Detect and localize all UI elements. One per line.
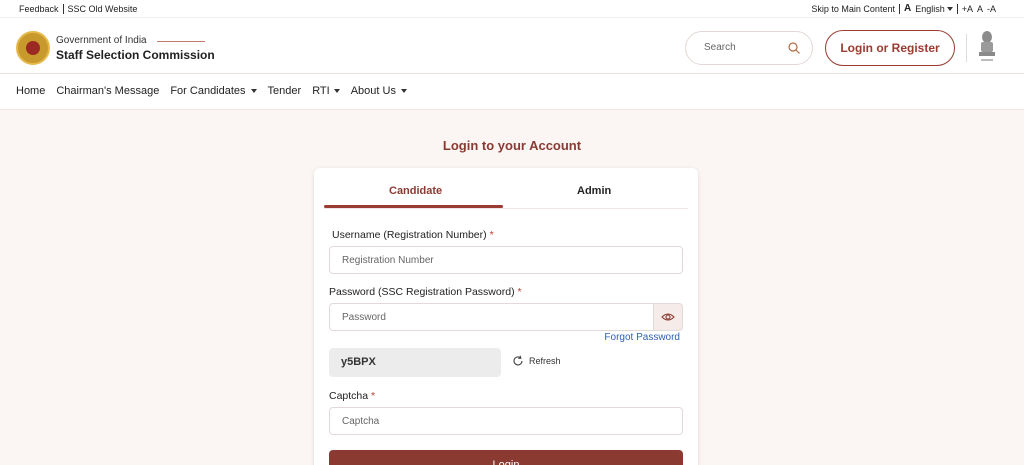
- ssc-logo-icon[interactable]: [16, 31, 50, 65]
- nav-item-tender[interactable]: Tender: [268, 85, 302, 97]
- main-navigation: Home Chairman's Message For Candidates T…: [0, 74, 1024, 110]
- username-label-text: Username (Registration Number): [332, 229, 487, 241]
- forgot-password-link[interactable]: Forgot Password: [604, 332, 680, 343]
- nav-label: Tender: [267, 85, 302, 97]
- captcha-placeholder: Captcha: [342, 416, 380, 427]
- top-utility-bar: Feedback SSC Old Website Skip to Main Co…: [0, 0, 1024, 18]
- divider: [898, 3, 900, 14]
- username-placeholder: Registration Number: [342, 255, 434, 266]
- captcha-label: Captcha *: [329, 390, 375, 402]
- refresh-icon: [513, 355, 523, 366]
- nav-label: RTI: [312, 85, 330, 97]
- nav-item-about-us[interactable]: About Us: [351, 85, 407, 97]
- password-label: Password (SSC Registration Password) *: [329, 286, 522, 298]
- site-header: Government of India Staff Selection Comm…: [0, 18, 1024, 74]
- eye-icon: [661, 313, 675, 321]
- government-label: Government of India: [56, 35, 147, 46]
- required-mark: *: [517, 286, 522, 298]
- username-field[interactable]: Registration Number: [329, 246, 683, 274]
- nav-item-home[interactable]: Home: [16, 85, 45, 97]
- divider: [62, 4, 64, 14]
- topbar-right: Skip to Main Content A English +A A -A: [811, 3, 996, 14]
- decorative-line: [157, 41, 205, 42]
- chevron-down-icon: [250, 89, 257, 93]
- language-select[interactable]: English: [915, 4, 953, 14]
- skip-to-main-link[interactable]: Skip to Main Content: [811, 4, 895, 14]
- nav-item-for-candidates[interactable]: For Candidates: [170, 85, 257, 97]
- captcha-code: y5BPX: [341, 356, 376, 368]
- font-normal-button[interactable]: A: [977, 4, 983, 14]
- login-card: Candidate Admin Username (Registration N…: [314, 168, 698, 465]
- password-label-text: Password (SSC Registration Password): [329, 286, 515, 298]
- active-tab-indicator: [324, 205, 503, 208]
- refresh-label: Refresh: [529, 356, 561, 366]
- captcha-image: y5BPX: [329, 348, 501, 377]
- tab-divider: [324, 208, 688, 209]
- nav-item-chairmans-message[interactable]: Chairman's Message: [56, 85, 159, 97]
- language-icon: A: [903, 3, 912, 14]
- refresh-captcha-button[interactable]: Refresh: [512, 355, 561, 367]
- font-increase-button[interactable]: +A: [962, 4, 973, 14]
- captcha-label-text: Captcha: [329, 390, 369, 402]
- search-input[interactable]: Search: [685, 31, 813, 65]
- font-decrease-button[interactable]: -A: [987, 4, 996, 14]
- nav-label: For Candidates: [170, 85, 246, 97]
- nav-label: Home: [16, 85, 46, 97]
- password-placeholder: Password: [342, 312, 386, 323]
- chevron-down-icon: [946, 7, 953, 12]
- captcha-field[interactable]: Captcha: [329, 407, 683, 435]
- old-website-link[interactable]: SSC Old Website: [68, 4, 138, 14]
- tab-admin[interactable]: Admin: [577, 185, 611, 197]
- login-submit-button[interactable]: Login: [329, 450, 683, 465]
- nav-label: About Us: [350, 85, 396, 97]
- chevron-down-icon: [400, 89, 407, 93]
- organization-name[interactable]: Staff Selection Commission: [56, 48, 215, 62]
- tab-candidate[interactable]: Candidate: [389, 185, 442, 197]
- required-mark: *: [371, 390, 376, 402]
- required-mark: *: [489, 229, 494, 241]
- search-placeholder: Search: [704, 42, 736, 53]
- divider: [966, 34, 967, 62]
- login-register-button[interactable]: Login or Register: [825, 30, 955, 66]
- national-emblem-icon: [979, 31, 995, 61]
- username-label: Username (Registration Number) *: [332, 229, 494, 241]
- nav-label: Chairman's Message: [56, 85, 160, 97]
- search-icon[interactable]: [788, 42, 800, 54]
- page-title: Login to your Account: [442, 138, 582, 153]
- nav-item-rti[interactable]: RTI: [312, 85, 340, 97]
- password-field[interactable]: Password: [329, 303, 655, 331]
- feedback-link[interactable]: Feedback: [19, 4, 59, 14]
- show-password-button[interactable]: [653, 303, 683, 331]
- language-label: English: [915, 3, 945, 14]
- chevron-down-icon: [333, 89, 340, 93]
- divider: [956, 3, 958, 14]
- topbar-left: Feedback SSC Old Website: [19, 4, 137, 14]
